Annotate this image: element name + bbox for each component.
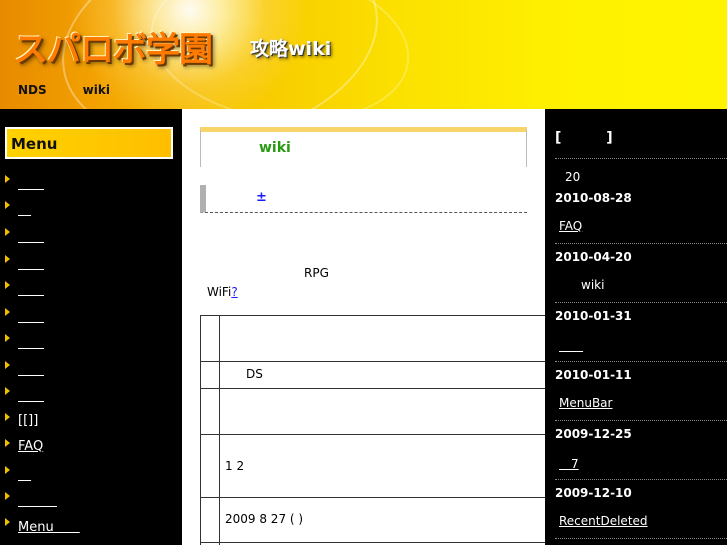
recent-date: 2010-01-11 (555, 368, 632, 382)
table-border (200, 315, 201, 545)
table-border (200, 497, 570, 498)
table-border (200, 388, 570, 389)
nav-item-wiki[interactable]: wiki (83, 83, 110, 97)
paragraph-text: RPG (304, 266, 329, 280)
menu-title: Menu (5, 127, 173, 159)
recent-link[interactable]: 7 (559, 455, 579, 472)
divider (555, 302, 727, 303)
menu-item[interactable] (5, 172, 44, 192)
arrow-icon (5, 308, 10, 316)
menu-item[interactable] (5, 384, 44, 404)
nav-item-nds[interactable]: NDS (18, 83, 47, 97)
recent-link[interactable]: RecentDeleted (559, 514, 648, 528)
recent-link[interactable] (559, 337, 583, 354)
recent-date: 2010-01-31 (555, 309, 632, 323)
site-header: スパロボ学園 攻略wiki NDS wiki (0, 0, 727, 109)
menu-link-menu[interactable]: Menu (18, 516, 80, 535)
arrow-icon (5, 255, 10, 263)
menu-link[interactable] (18, 199, 31, 218)
arrow-icon (5, 361, 10, 369)
menu-link[interactable] (18, 385, 44, 404)
page-title: wiki (259, 140, 291, 156)
arrow-icon (5, 492, 10, 500)
arrow-icon (5, 466, 10, 474)
menu-item[interactable] (5, 358, 44, 378)
table-border (200, 542, 570, 543)
arrow-icon (5, 518, 10, 526)
menu-item[interactable]: Menu (5, 515, 80, 535)
menu-item[interactable] (5, 331, 44, 351)
arrow-icon (5, 387, 10, 395)
recent-link[interactable]: MenuBar (559, 396, 612, 410)
menu-item[interactable] (5, 225, 44, 245)
main-content: wiki ± RPG WiFi? DS 1 2 2009 8 27 ( ) (182, 109, 570, 545)
arrow-icon (5, 281, 10, 289)
wifi-link[interactable]: ? (231, 285, 237, 299)
table-border (200, 361, 570, 362)
arrow-icon (5, 175, 10, 183)
menu-link[interactable] (18, 253, 44, 272)
recent-text: wiki (581, 278, 605, 292)
recent-date: 2009-12-10 (555, 486, 632, 500)
menu-item[interactable] (5, 198, 31, 218)
menu-item[interactable]: [[]] (5, 410, 38, 430)
divider (555, 420, 727, 421)
section-heading-text: ± (256, 190, 267, 205)
menu-link[interactable]: [[]] (18, 413, 38, 428)
menu-item[interactable] (5, 278, 44, 298)
wifi-text: WiFi (207, 285, 232, 299)
recent-date: 2009-12-25 (555, 427, 632, 441)
divider (555, 479, 727, 480)
paragraph-text: WiFi? (207, 285, 238, 299)
menu-item[interactable] (5, 252, 44, 272)
sidebar-title: [ ] (555, 130, 633, 146)
menu-link[interactable] (18, 490, 57, 509)
page-title-box: wiki (200, 127, 527, 167)
menu-link[interactable] (18, 226, 44, 245)
menu-link-faq[interactable]: FAQ (18, 439, 43, 454)
arrow-icon (5, 413, 10, 421)
recent-link[interactable]: FAQ (559, 219, 582, 233)
table-cell: DS (246, 367, 263, 381)
arrow-icon (5, 201, 10, 209)
recent-date: 2010-04-20 (555, 250, 632, 264)
menu-link[interactable] (18, 306, 44, 325)
menu-link[interactable] (18, 279, 44, 298)
right-sidebar: [ ] 20 2010-08-28 FAQ 2010-04-20 wiki 20… (545, 109, 727, 545)
divider (555, 538, 727, 539)
section-heading: ± (200, 185, 527, 213)
menu-link[interactable] (18, 359, 44, 378)
site-logo[interactable]: スパロボ学園 (14, 22, 213, 71)
divider (555, 243, 727, 244)
menu-item[interactable]: FAQ (5, 436, 43, 456)
divider (555, 158, 727, 159)
left-menu: Menu [[]] FAQ Menu (0, 109, 182, 545)
menu-link[interactable] (18, 173, 44, 192)
header-nav: NDS wiki (18, 83, 110, 97)
table-border (200, 434, 570, 435)
table-cell: 1 2 (225, 459, 245, 473)
menu-item[interactable] (5, 489, 57, 509)
menu-link[interactable] (18, 332, 44, 351)
arrow-icon (5, 334, 10, 342)
recent-date: 2010-08-28 (555, 191, 632, 205)
recent-count: 20 (565, 170, 581, 184)
menu-link[interactable] (18, 464, 31, 483)
table-border (219, 315, 220, 545)
table-border (200, 315, 570, 316)
menu-item[interactable] (5, 463, 31, 483)
menu-item[interactable] (5, 305, 44, 325)
arrow-icon (5, 228, 10, 236)
arrow-icon (5, 439, 10, 447)
divider (555, 361, 727, 362)
site-subtitle: 攻略wiki (250, 38, 332, 60)
table-cell: 2009 8 27 ( ) (225, 512, 304, 526)
